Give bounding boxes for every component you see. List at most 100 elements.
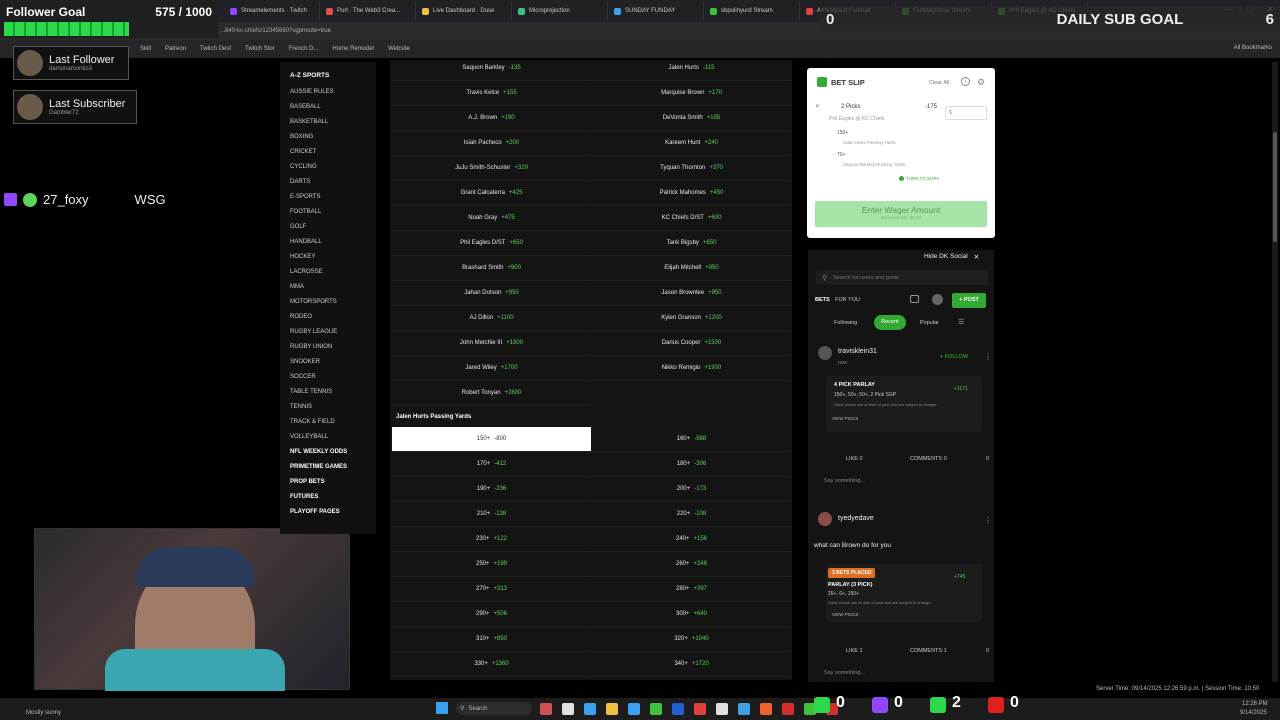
sidebar-item-bold[interactable]: FUTURES xyxy=(290,494,318,500)
sidebar-item[interactable]: RUGBY UNION xyxy=(290,344,332,350)
sidebar-item[interactable]: AUSSIE RULES xyxy=(290,89,334,95)
bookmark-item[interactable]: Home Remodel xyxy=(332,46,374,52)
odds-button[interactable]: Marquise Brown +170 xyxy=(592,81,791,106)
taskbar-app-icon[interactable] xyxy=(628,703,640,715)
sidebar-item[interactable]: FOOTBALL xyxy=(290,209,321,215)
sidebar-item[interactable]: DARTS xyxy=(290,179,310,185)
more-options-icon[interactable]: ⋮ xyxy=(984,352,992,361)
close-icon[interactable]: ✕ xyxy=(974,253,979,261)
odds-button[interactable]: Nikko Remigio +1900 xyxy=(592,356,791,381)
sidebar-item[interactable]: MMA xyxy=(290,284,304,290)
odds-button[interactable]: 330+ +1360 xyxy=(392,652,591,677)
taskbar-app-icon[interactable] xyxy=(562,703,574,715)
like-button[interactable]: LIKE 1 xyxy=(846,648,863,654)
tab-bets[interactable]: BETS xyxy=(815,297,830,303)
taskbar-app-icon[interactable] xyxy=(650,703,662,715)
odds-button[interactable]: 290+ +506 xyxy=(392,602,591,627)
filter-recent[interactable]: Recent xyxy=(874,315,906,330)
odds-button[interactable]: 240+ +156 xyxy=(592,527,791,552)
odds-button[interactable]: 210+ -138 xyxy=(392,502,591,527)
odds-button[interactable]: 200+ -173 xyxy=(592,477,791,502)
bookmark-item[interactable]: Twitch Dest xyxy=(200,46,231,52)
odds-button[interactable]: 160+ -568 xyxy=(592,427,791,452)
view-picks-button[interactable]: VIEW PICKS xyxy=(832,612,858,617)
browser-tab[interactable]: Purl · The Web3 Crea... xyxy=(320,2,416,20)
wager-input[interactable]: $ xyxy=(945,106,987,120)
sidebar-item-bold[interactable]: PROP BETS xyxy=(290,479,325,485)
taskbar-app-icon[interactable] xyxy=(738,703,750,715)
sidebar-item[interactable]: RUGBY LEAGUE xyxy=(290,329,337,335)
share-count[interactable]: 0 xyxy=(986,648,989,654)
odds-button[interactable]: Kylen Granson +1200 xyxy=(592,306,791,331)
taskbar-app-icon[interactable] xyxy=(672,703,684,715)
odds-button[interactable]: Elijah Mitchell +950 xyxy=(592,256,791,281)
taskbar-app-icon[interactable] xyxy=(782,703,794,715)
clock-time[interactable]: 12:26 PM xyxy=(1242,701,1268,707)
browser-tab[interactable]: Live Dashboard · Duse xyxy=(416,2,512,20)
odds-button[interactable]: KC Chiefs D/ST +600 xyxy=(592,206,791,231)
odds-button[interactable]: DeVonta Smith +195 xyxy=(592,106,791,131)
other-bookmarks[interactable]: All Bookmarks xyxy=(1234,45,1272,51)
post-button[interactable]: + POST xyxy=(952,293,986,308)
odds-button[interactable]: Brashard Smith +900 xyxy=(392,256,591,281)
odds-button[interactable]: 260+ +248 xyxy=(592,552,791,577)
filter-settings-icon[interactable]: ☰ xyxy=(958,318,964,326)
taskbar-app-icon[interactable] xyxy=(694,703,706,715)
odds-button[interactable]: John Metchie III +1500 xyxy=(392,331,591,356)
scrollbar-thumb[interactable] xyxy=(1273,132,1277,242)
hide-dk-social[interactable]: Hide DK Social ✕ xyxy=(924,253,979,261)
odds-button[interactable]: 170+ -412 xyxy=(392,452,591,477)
sidebar-item-bold[interactable]: PRIMETIME GAMES xyxy=(290,464,347,470)
odds-button[interactable]: Jason Brownlee +950 xyxy=(592,281,791,306)
sidebar-item[interactable]: RODEO xyxy=(290,314,312,320)
settings-icon[interactable]: ⚙ xyxy=(977,77,985,88)
sidebar-item[interactable]: LACROSSE xyxy=(290,269,323,275)
odds-button[interactable]: 180+ -306 xyxy=(592,452,791,477)
odds-button[interactable]: 300+ +640 xyxy=(592,602,791,627)
windows-start-icon[interactable] xyxy=(436,702,448,714)
odds-button[interactable]: Tyquan Thornton +370 xyxy=(592,156,791,181)
sidebar-item[interactable]: SNOOKER xyxy=(290,359,320,365)
post-username[interactable]: tyedyedave xyxy=(838,515,874,522)
weather-widget[interactable]: Mostly sunny xyxy=(26,710,61,716)
chat-icon[interactable] xyxy=(910,295,919,303)
odds-button[interactable]: A.J. Brown +190 xyxy=(392,106,591,131)
comment-input[interactable]: Say something... xyxy=(824,478,865,484)
comments-button[interactable]: COMMENTS 0 xyxy=(910,456,947,462)
parlay-card[interactable]: 4 PICK PARLAY 150+, 50+, 50+, 2 Pick SGP… xyxy=(826,376,982,432)
view-picks-button[interactable]: VIEW PICKS xyxy=(832,416,858,421)
odds-button[interactable]: Isiah Pacheco +200 xyxy=(392,131,591,156)
odds-button[interactable]: 270+ +313 xyxy=(392,577,591,602)
post-username[interactable]: travisklein31 xyxy=(838,348,877,355)
odds-button[interactable]: Phil Eagles D/ST +650 xyxy=(392,231,591,256)
sidebar-item[interactable]: SOCCER xyxy=(290,374,316,380)
odds-button[interactable]: Jared Wiley +1700 xyxy=(392,356,591,381)
sidebar-item-bold[interactable]: NFL WEEKLY ODDS xyxy=(290,449,347,455)
odds-button[interactable]: 280+ +397 xyxy=(592,577,791,602)
odds-button[interactable]: JuJu Smith-Schuster +320 xyxy=(392,156,591,181)
odds-button[interactable]: Robert Tonyan +2800 xyxy=(392,381,591,406)
sidebar-item[interactable]: E-SPORTS xyxy=(290,194,321,200)
remove-picks-icon[interactable]: ✕ xyxy=(815,103,820,110)
taskbar-app-icon[interactable] xyxy=(760,703,772,715)
clock-date[interactable]: 9/14/2025 xyxy=(1240,710,1267,716)
bookmark-item[interactable]: Skill xyxy=(140,46,151,52)
bookmark-item[interactable]: French D... xyxy=(289,46,319,52)
browser-tab[interactable]: sbpulinyurd Stream xyxy=(704,2,800,20)
sidebar-item[interactable]: TENNIS xyxy=(290,404,312,410)
odds-button[interactable]: Travis Kelce +155 xyxy=(392,81,591,106)
like-button[interactable]: LIKE 0 xyxy=(846,456,863,462)
follow-button[interactable]: + FOLLOW xyxy=(940,354,968,360)
comment-input[interactable]: Say something... xyxy=(824,670,865,676)
taskbar-app-icon[interactable] xyxy=(716,703,728,715)
odds-button[interactable]: 150+ -800 xyxy=(392,427,591,452)
odds-button[interactable]: 230+ +122 xyxy=(392,527,591,552)
sidebar-item[interactable]: TRACK & FIELD xyxy=(290,419,335,425)
odds-button[interactable]: 220+ -108 xyxy=(592,502,791,527)
avatar[interactable] xyxy=(818,346,832,360)
sidebar-item[interactable]: HANDBALL xyxy=(290,239,322,245)
odds-button[interactable]: 310+ +850 xyxy=(392,627,591,652)
avatar[interactable] xyxy=(818,512,832,526)
odds-button[interactable]: Patrick Mahomes +450 xyxy=(592,181,791,206)
odds-button[interactable]: Jahan Dotson +950 xyxy=(392,281,591,306)
